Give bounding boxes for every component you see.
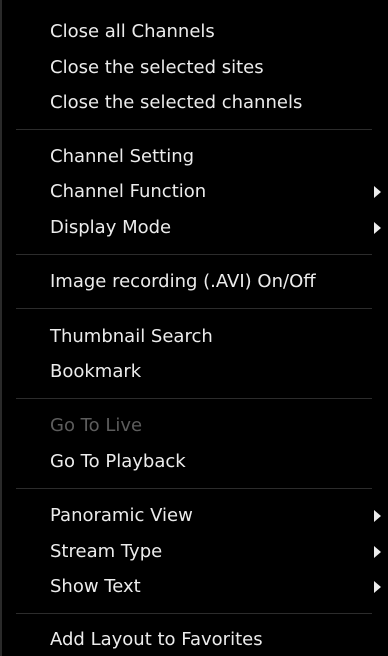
submenu-arrow-icon xyxy=(374,510,381,522)
menu-item-panoramic-view[interactable]: Panoramic View xyxy=(50,502,388,530)
menu-separator xyxy=(16,488,372,489)
submenu-arrow-icon xyxy=(374,222,381,234)
menu-item-go-to-playback[interactable]: Go To Playback xyxy=(50,448,388,476)
menu-item-image-recording[interactable]: Image recording (.AVI) On/Off xyxy=(50,268,388,296)
menu-item-label: Stream Type xyxy=(50,541,163,562)
context-menu: Close all Channels Close the selected si… xyxy=(0,0,388,656)
menu-item-label: Image recording (.AVI) On/Off xyxy=(50,271,316,292)
menu-item-label: Show Text xyxy=(50,576,141,597)
submenu-arrow-icon xyxy=(374,186,381,198)
menu-item-label: Bookmark xyxy=(50,361,142,382)
menu-item-channel-function[interactable]: Channel Function xyxy=(50,178,388,206)
menu-item-label: Close all Channels xyxy=(50,21,215,42)
submenu-arrow-icon xyxy=(374,581,381,593)
menu-item-label: Close the selected sites xyxy=(50,57,264,78)
menu-item-close-selected-sites[interactable]: Close the selected sites xyxy=(50,54,388,82)
menu-item-label: Channel Function xyxy=(50,181,207,202)
menu-item-label: Go To Live xyxy=(50,415,143,436)
menu-item-label: Panoramic View xyxy=(50,505,193,526)
menu-item-display-mode[interactable]: Display Mode xyxy=(50,214,388,242)
menu-item-channel-setting[interactable]: Channel Setting xyxy=(50,143,388,171)
menu-item-show-text[interactable]: Show Text xyxy=(50,573,388,601)
menu-item-close-all-channels[interactable]: Close all Channels xyxy=(50,18,388,46)
menu-item-stream-type[interactable]: Stream Type xyxy=(50,538,388,566)
menu-separator xyxy=(16,613,372,614)
menu-separator xyxy=(16,398,372,399)
menu-item-label: Close the selected channels xyxy=(50,92,303,113)
menu-item-close-selected-channels[interactable]: Close the selected channels xyxy=(50,89,388,117)
menu-separator xyxy=(16,254,372,255)
menu-item-bookmark[interactable]: Bookmark xyxy=(50,358,388,386)
menu-separator xyxy=(16,129,372,130)
menu-item-add-layout-to-favorites[interactable]: Add Layout to Favorites xyxy=(50,626,388,654)
menu-item-label: Add Layout to Favorites xyxy=(50,629,263,650)
menu-item-label: Channel Setting xyxy=(50,146,195,167)
menu-item-label: Thumbnail Search xyxy=(50,326,213,347)
menu-separator xyxy=(16,308,372,309)
menu-item-go-to-live: Go To Live xyxy=(50,412,388,440)
menu-item-label: Go To Playback xyxy=(50,451,186,472)
menu-item-label: Display Mode xyxy=(50,217,172,238)
menu-item-thumbnail-search[interactable]: Thumbnail Search xyxy=(50,323,388,351)
submenu-arrow-icon xyxy=(374,546,381,558)
